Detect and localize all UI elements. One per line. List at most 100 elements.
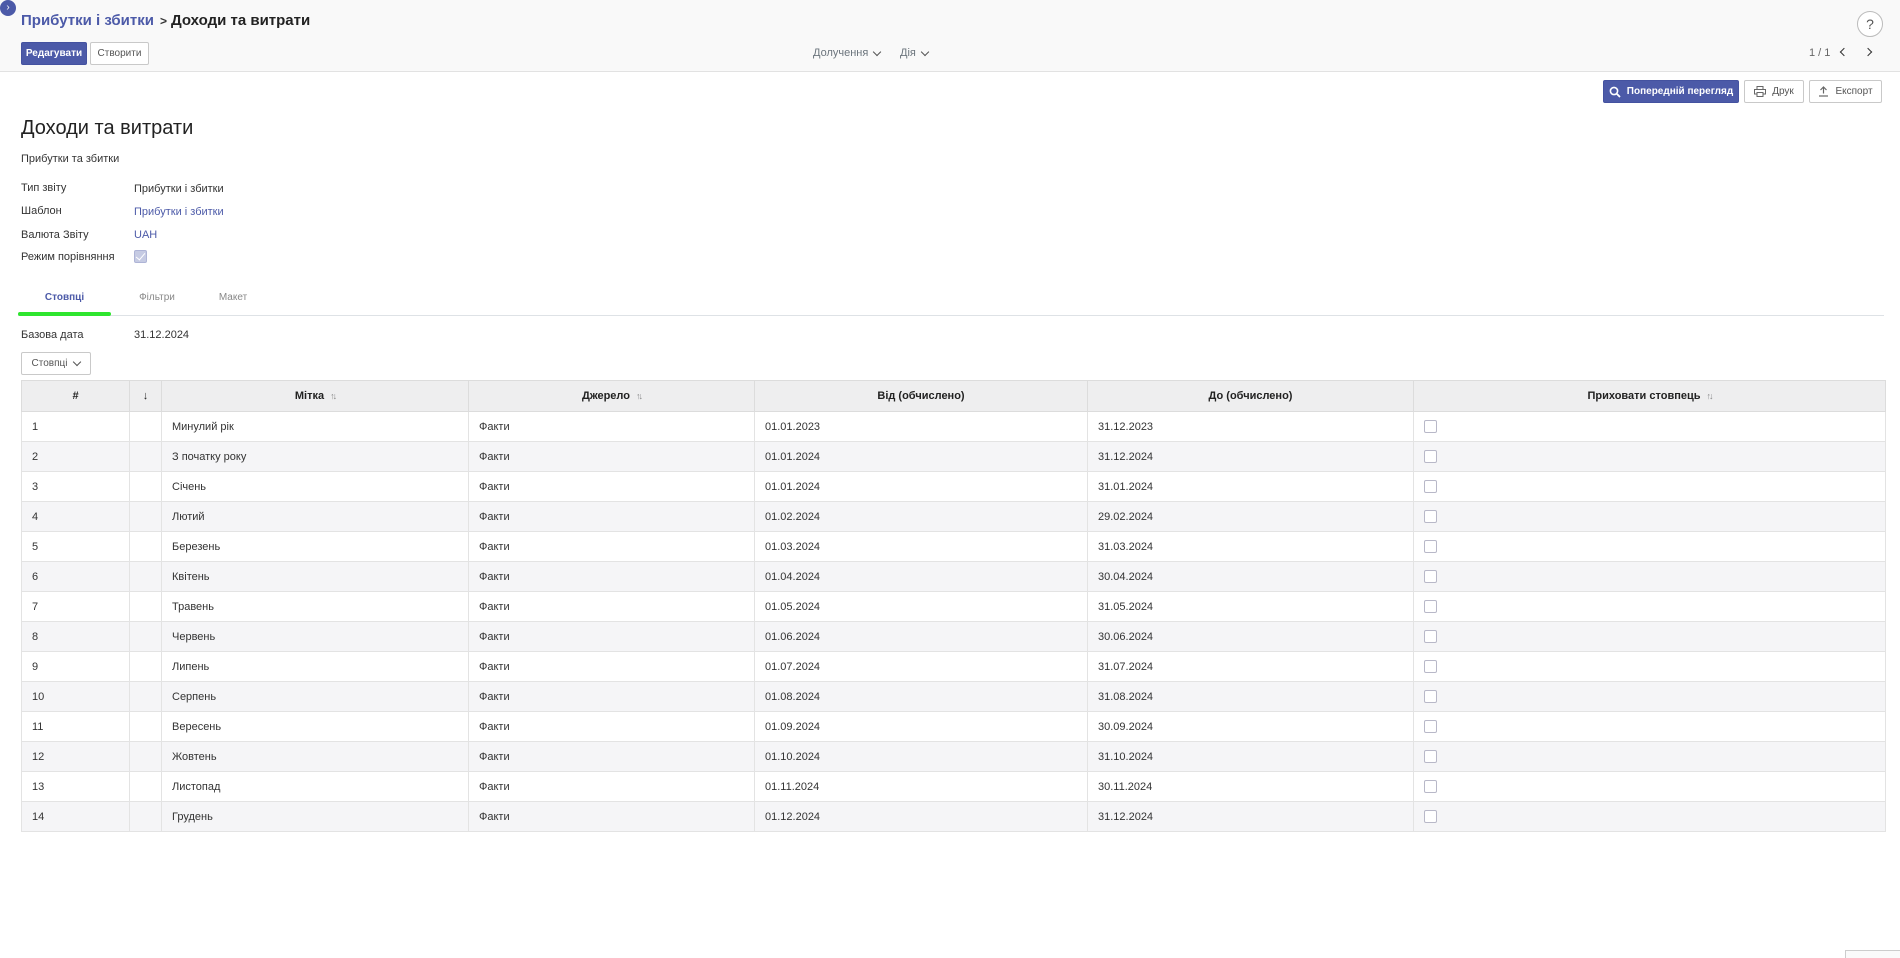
column-header-hide-text: Приховати стовпець xyxy=(1587,390,1701,402)
preview-button[interactable]: Попередній перегляд xyxy=(1603,80,1739,103)
row-hide-cell[interactable] xyxy=(1413,501,1886,532)
column-header-from: Від (обчислено) xyxy=(754,380,1088,412)
pager-value[interactable]: 1 / 1 xyxy=(1809,47,1830,59)
row-hide-cell[interactable] xyxy=(1413,771,1886,802)
hide-column-checkbox[interactable] xyxy=(1424,420,1437,433)
row-order-handle[interactable] xyxy=(129,651,162,682)
row-order-handle[interactable] xyxy=(129,501,162,532)
hide-column-checkbox[interactable] xyxy=(1424,660,1437,673)
row-from-date: 01.07.2024 xyxy=(754,651,1088,682)
row-hide-cell[interactable] xyxy=(1413,561,1886,592)
column-header-order[interactable]: ↓ xyxy=(129,380,162,412)
help-button[interactable]: ? xyxy=(1857,11,1883,37)
row-label: Жовтень xyxy=(161,741,469,772)
hide-column-checkbox[interactable] xyxy=(1424,630,1437,643)
hide-column-checkbox[interactable] xyxy=(1424,810,1437,823)
page-subtitle: Прибутки та збитки xyxy=(21,153,120,165)
column-header-hide[interactable]: Приховати стовпець ↑↓ xyxy=(1413,380,1886,412)
row-number: 8 xyxy=(21,621,130,652)
hide-column-checkbox[interactable] xyxy=(1424,600,1437,613)
row-order-handle[interactable] xyxy=(129,771,162,802)
hide-column-checkbox[interactable] xyxy=(1424,450,1437,463)
row-from-date: 01.09.2024 xyxy=(754,711,1088,742)
table-row[interactable]: 5 Березень Факти 01.03.2024 31.03.2024 xyxy=(21,531,1886,562)
template-link[interactable]: Прибутки і збитки xyxy=(134,206,224,218)
tab-columns[interactable]: Стовпці xyxy=(18,292,111,303)
hide-column-checkbox[interactable] xyxy=(1424,690,1437,703)
row-order-handle[interactable] xyxy=(129,621,162,652)
row-to-date: 30.04.2024 xyxy=(1087,561,1414,592)
table-row[interactable]: 1 Минулий рік Факти 01.01.2023 31.12.2023 xyxy=(21,411,1886,442)
table-body: 1 Минулий рік Факти 01.01.2023 31.12.2023 2 З … xyxy=(21,411,1886,832)
chevron-right-icon[interactable]: › xyxy=(0,0,16,16)
row-order-handle[interactable] xyxy=(129,471,162,502)
column-header-label[interactable]: Мітка ↑↓ xyxy=(161,380,469,412)
row-from-date: 01.06.2024 xyxy=(754,621,1088,652)
row-to-date: 30.06.2024 xyxy=(1087,621,1414,652)
table-row[interactable]: 11 Вересень Факти 01.09.2024 30.09.2024 xyxy=(21,711,1886,742)
row-hide-cell[interactable] xyxy=(1413,681,1886,712)
chevron-down-icon xyxy=(73,357,82,367)
table-row[interactable]: 4 Лютий Факти 01.02.2024 29.02.2024 xyxy=(21,501,1886,532)
export-button[interactable]: Експорт xyxy=(1809,80,1882,103)
row-hide-cell[interactable] xyxy=(1413,411,1886,442)
row-hide-cell[interactable] xyxy=(1413,471,1886,502)
hide-column-checkbox[interactable] xyxy=(1424,480,1437,493)
create-button[interactable]: Створити xyxy=(90,42,149,65)
hide-column-checkbox[interactable] xyxy=(1424,510,1437,523)
hide-column-checkbox[interactable] xyxy=(1424,780,1437,793)
columns-dropdown-button[interactable]: Стовпці xyxy=(21,352,91,375)
row-number: 13 xyxy=(21,771,130,802)
row-number: 11 xyxy=(21,711,130,742)
row-order-handle[interactable] xyxy=(129,741,162,772)
print-button[interactable]: Друк xyxy=(1744,80,1804,103)
row-order-handle[interactable] xyxy=(129,591,162,622)
row-hide-cell[interactable] xyxy=(1413,441,1886,472)
table-row[interactable]: 8 Червень Факти 01.06.2024 30.06.2024 xyxy=(21,621,1886,652)
row-order-handle[interactable] xyxy=(129,681,162,712)
columns-table: # ↓ Мітка ↑↓ Джерело ↑↓ Від (обчислено) До… xyxy=(21,380,1886,832)
table-row[interactable]: 3 Січень Факти 01.01.2024 31.01.2024 xyxy=(21,471,1886,502)
table-row[interactable]: 13 Листопад Факти 01.11.2024 30.11.2024 xyxy=(21,771,1886,802)
row-order-handle[interactable] xyxy=(129,711,162,742)
table-row[interactable]: 6 Квітень Факти 01.04.2024 30.04.2024 xyxy=(21,561,1886,592)
action-dropdown[interactable]: Дія xyxy=(900,47,930,59)
row-order-handle[interactable] xyxy=(129,411,162,442)
tab-layout[interactable]: Макет xyxy=(198,292,268,303)
edit-button[interactable]: Редагувати xyxy=(21,42,87,65)
table-row[interactable]: 9 Липень Факти 01.07.2024 31.07.2024 xyxy=(21,651,1886,682)
row-hide-cell[interactable] xyxy=(1413,741,1886,772)
row-number: 14 xyxy=(21,801,130,832)
row-hide-cell[interactable] xyxy=(1413,531,1886,562)
row-number: 3 xyxy=(21,471,130,502)
row-label: Грудень xyxy=(161,801,469,832)
row-order-handle[interactable] xyxy=(129,801,162,832)
breadcrumb-parent-link[interactable]: Прибутки і збитки xyxy=(21,12,154,29)
row-number: 12 xyxy=(21,741,130,772)
tab-filters[interactable]: Фільтри xyxy=(120,292,194,303)
row-order-handle[interactable] xyxy=(129,561,162,592)
row-hide-cell[interactable] xyxy=(1413,801,1886,832)
row-order-handle[interactable] xyxy=(129,441,162,472)
table-row[interactable]: 12 Жовтень Факти 01.10.2024 31.10.2024 xyxy=(21,741,1886,772)
table-row[interactable]: 7 Травень Факти 01.05.2024 31.05.2024 xyxy=(21,591,1886,622)
table-row[interactable]: 10 Серпень Факти 01.08.2024 31.08.2024 xyxy=(21,681,1886,712)
row-order-handle[interactable] xyxy=(129,531,162,562)
currency-link[interactable]: UAH xyxy=(134,229,157,241)
attachments-dropdown[interactable]: Долучення xyxy=(813,47,882,59)
row-hide-cell[interactable] xyxy=(1413,591,1886,622)
table-row[interactable]: 2 З початку року Факти 01.01.2024 31.12.2024 xyxy=(21,441,1886,472)
hide-column-checkbox[interactable] xyxy=(1424,720,1437,733)
row-from-date: 01.01.2024 xyxy=(754,471,1088,502)
row-hide-cell[interactable] xyxy=(1413,711,1886,742)
pager-previous-button[interactable] xyxy=(1838,46,1850,58)
sort-icon: ↑↓ xyxy=(1706,391,1714,401)
hide-column-checkbox[interactable] xyxy=(1424,570,1437,583)
row-hide-cell[interactable] xyxy=(1413,651,1886,682)
hide-column-checkbox[interactable] xyxy=(1424,750,1437,763)
pager-next-button[interactable] xyxy=(1862,46,1874,58)
column-header-source[interactable]: Джерело ↑↓ xyxy=(468,380,755,412)
hide-column-checkbox[interactable] xyxy=(1424,540,1437,553)
row-hide-cell[interactable] xyxy=(1413,621,1886,652)
table-row[interactable]: 14 Грудень Факти 01.12.2024 31.12.2024 xyxy=(21,801,1886,832)
